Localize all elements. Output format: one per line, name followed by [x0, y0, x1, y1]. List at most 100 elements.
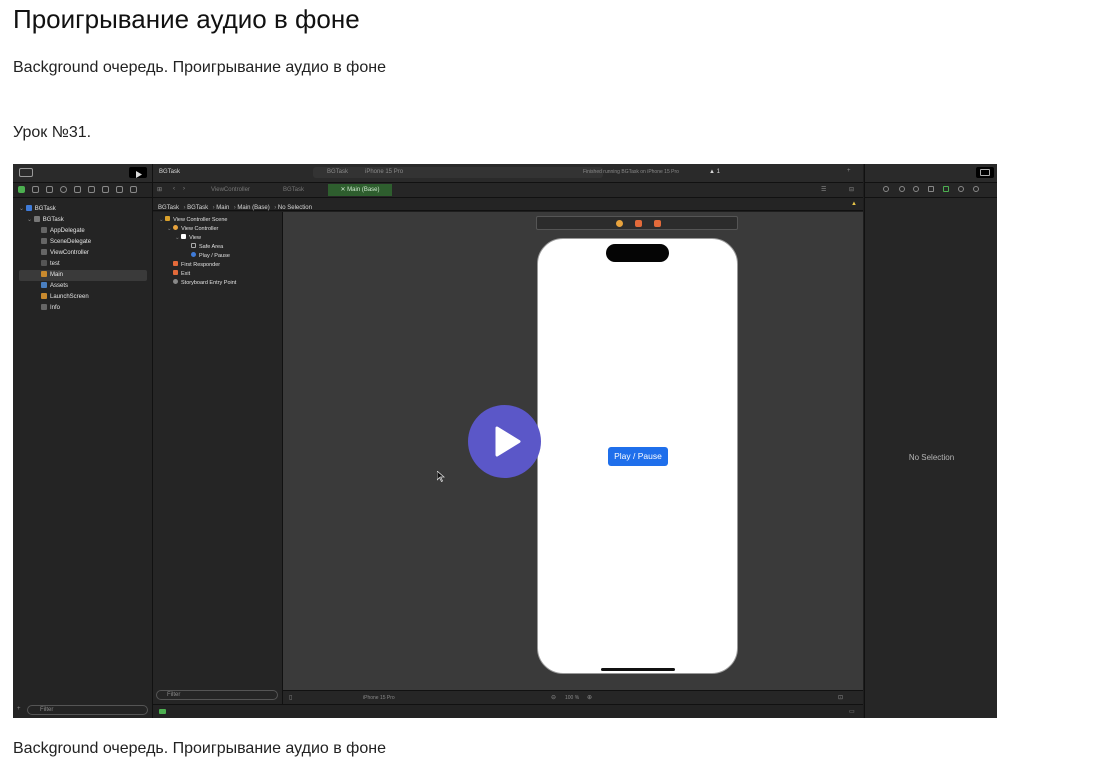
folder-icon[interactable]: [18, 186, 25, 193]
split-editor-icon[interactable]: ⊟: [849, 186, 854, 193]
tree-item-appdelegate[interactable]: AppDelegate: [41, 226, 85, 237]
zoom-out-icon[interactable]: ⊖: [551, 694, 556, 701]
tab-bgtask[interactable]: BGTask: [277, 184, 310, 196]
tree-item-main[interactable]: Main: [19, 270, 147, 281]
attributes-inspector-icon[interactable]: [943, 186, 949, 192]
inspector-tabs: [865, 183, 997, 198]
warning-icon[interactable]: ▲: [851, 198, 857, 211]
tree-item-scenedelegate[interactable]: SceneDelegate: [41, 237, 91, 248]
outline-item[interactable]: Exit: [173, 270, 190, 279]
tree-item-launchscreen[interactable]: LaunchScreen: [41, 292, 89, 303]
subtitle-text: Background очередь. Проигрывание аудио в…: [13, 59, 386, 76]
add-constraints-icon[interactable]: ⊡: [838, 694, 843, 701]
breakpoint-icon[interactable]: [116, 186, 123, 193]
canvas-bottom-bar: ▯ iPhone 15 Pro ⊖ 100 % ⊕ ⊡: [283, 690, 863, 705]
tab-main-base[interactable]: ✕ Main (Base): [328, 184, 392, 196]
outline-item[interactable]: Play / Pause: [191, 252, 230, 261]
project-icon: [25, 205, 32, 211]
scheme-selector[interactable]: BGTask: [327, 169, 348, 175]
breadcrumb-item[interactable]: BGTask: [187, 205, 208, 211]
outline-filter[interactable]: Filter: [156, 690, 278, 700]
video-player[interactable]: ⌄ BGTask ⌄ BGTask AppDelegate SceneDeleg…: [13, 164, 997, 718]
storyboard-icon: [41, 293, 47, 299]
view-controller-icon[interactable]: [616, 220, 623, 227]
split-icon[interactable]: ▭: [849, 708, 855, 715]
outline-item[interactable]: ⌄ View Controller: [167, 225, 218, 234]
tree-item-label: BGTask: [34, 206, 56, 212]
tree-item-label: test: [50, 261, 60, 267]
debug-icon[interactable]: [102, 186, 109, 193]
search-icon[interactable]: [60, 186, 67, 193]
view-controller-icon: [173, 225, 179, 230]
test-icon[interactable]: [88, 186, 95, 193]
symbol-icon[interactable]: [46, 186, 53, 193]
debug-bar: ▭: [153, 704, 863, 718]
breadcrumb-item[interactable]: Main: [216, 205, 229, 211]
tree-item-info[interactable]: Info: [41, 303, 60, 314]
safe-area-icon: [191, 243, 196, 248]
report-icon[interactable]: [130, 186, 137, 193]
history-inspector-icon[interactable]: [899, 186, 905, 192]
dynamic-island: [606, 244, 669, 262]
back-icon[interactable]: ‹: [173, 186, 175, 192]
device-label[interactable]: iPhone 15 Pro: [363, 695, 395, 701]
outline-item[interactable]: Safe Area: [191, 243, 223, 252]
file-inspector-icon[interactable]: [883, 186, 889, 192]
warning-count[interactable]: ▲ 1: [709, 169, 720, 175]
outline-label: First Responder: [181, 262, 221, 268]
video-play-button[interactable]: [468, 405, 541, 478]
breadcrumb-item[interactable]: Main (Base): [237, 205, 269, 211]
filter-placeholder: Filter: [167, 692, 181, 698]
view-icon: [181, 234, 187, 239]
navigator-filter[interactable]: Filter: [27, 705, 148, 715]
swift-file-icon: [41, 227, 47, 233]
project-navigator: ⌄ BGTask ⌄ BGTask AppDelegate SceneDeleg…: [13, 164, 153, 718]
outline-label: Safe Area: [199, 244, 224, 250]
sidebar-toggle-icon[interactable]: [19, 168, 33, 177]
outline-item[interactable]: ⌄ View Controller Scene: [159, 216, 227, 225]
breadcrumb-item[interactable]: No Selection: [278, 205, 312, 211]
play-pause-button[interactable]: Play / Pause: [608, 447, 668, 466]
debug-toggle-icon[interactable]: [159, 709, 166, 714]
tab-viewcontroller[interactable]: ViewController: [205, 184, 256, 196]
tree-item-project[interactable]: ⌄ BGTask: [19, 204, 56, 215]
outline-item[interactable]: Storyboard Entry Point: [173, 279, 236, 288]
connections-inspector-icon[interactable]: [973, 186, 979, 192]
add-icon[interactable]: +: [17, 706, 21, 712]
first-responder-icon[interactable]: [635, 220, 642, 227]
page-title: Проигрывание аудио в фоне: [13, 4, 360, 34]
zoom-in-icon[interactable]: ⊕: [587, 694, 592, 701]
forward-icon[interactable]: ›: [183, 186, 185, 192]
warning-count-value: 1: [716, 169, 720, 175]
editor-tabs: ⊞ ‹ › ViewController BGTask ✕ Main (Base…: [153, 183, 863, 198]
size-inspector-icon[interactable]: [958, 186, 964, 192]
outline-item[interactable]: First Responder: [173, 261, 220, 270]
help-inspector-icon[interactable]: [913, 186, 919, 192]
play-icon: [495, 426, 521, 457]
editor-options-icon[interactable]: ☰: [821, 186, 826, 193]
warning-icon[interactable]: [74, 186, 81, 193]
grid-icon[interactable]: ⊞: [157, 186, 162, 193]
identity-inspector-icon[interactable]: [928, 186, 934, 192]
exit-icon[interactable]: [654, 220, 661, 227]
device-config-icon[interactable]: ▯: [289, 694, 292, 701]
mouse-cursor-icon: [436, 469, 446, 487]
tree-item-group[interactable]: ⌄ BGTask: [27, 215, 64, 226]
inspector-toggle[interactable]: [976, 167, 994, 178]
device-selector[interactable]: iPhone 15 Pro: [365, 169, 403, 175]
assets-icon: [41, 282, 47, 288]
tree-item-label: AppDelegate: [50, 228, 85, 234]
audio-file-icon: [41, 260, 47, 266]
outline-item[interactable]: ⌄ View: [175, 234, 201, 243]
source-control-icon[interactable]: [32, 186, 39, 193]
button-icon: [191, 252, 196, 257]
tab-label: Main (Base): [347, 187, 380, 193]
tree-item-label: LaunchScreen: [50, 294, 89, 300]
run-button[interactable]: [129, 167, 147, 178]
footer-text: Background очередь. Проигрывание аудио в…: [13, 740, 386, 757]
add-tab-icon[interactable]: +: [847, 168, 851, 174]
tree-item-assets[interactable]: Assets: [41, 281, 68, 292]
breadcrumb-item[interactable]: BGTask: [158, 205, 179, 211]
tree-item-test[interactable]: test: [41, 259, 60, 270]
tree-item-viewcontroller[interactable]: ViewController: [41, 248, 89, 259]
